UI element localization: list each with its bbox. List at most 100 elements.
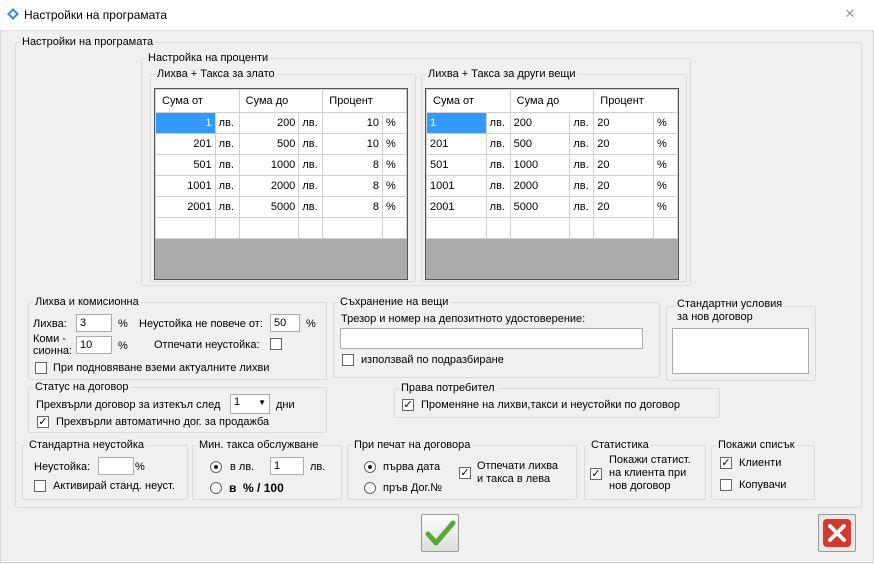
- table-cell[interactable]: [569, 217, 595, 239]
- table-cell[interactable]: 1: [426, 112, 487, 134]
- table-cell[interactable]: [426, 217, 487, 239]
- table-cell[interactable]: лв.: [214, 175, 240, 197]
- penalty-max-input[interactable]: [270, 314, 300, 332]
- table-row[interactable]: 1 лв. 200 лв. 10%: [155, 112, 407, 134]
- table-cell[interactable]: 8: [322, 154, 384, 176]
- ok-button[interactable]: [421, 514, 459, 552]
- table-cell[interactable]: лв.: [569, 196, 595, 218]
- table-cell[interactable]: лв.: [485, 112, 511, 134]
- commission-input[interactable]: [76, 336, 112, 354]
- table-cell[interactable]: 2000: [238, 175, 300, 197]
- table-row[interactable]: 1001 лв. 2000 лв. 8%: [155, 175, 407, 197]
- interest-input[interactable]: [76, 314, 112, 332]
- table-cell[interactable]: %: [382, 154, 407, 176]
- storage-input[interactable]: [340, 328, 643, 349]
- table-cell[interactable]: лв.: [485, 175, 511, 197]
- table-row[interactable]: 2001 лв. 5000 лв. 20%: [426, 196, 678, 218]
- table-row[interactable]: 2001 лв. 5000 лв. 8%: [155, 196, 407, 218]
- table-cell[interactable]: 5000: [509, 196, 571, 218]
- table-row[interactable]: 501 лв. 1000 лв. 20%: [426, 154, 678, 176]
- min-fee-input[interactable]: [270, 457, 304, 475]
- table-cell[interactable]: лв.: [214, 196, 240, 218]
- table-cell[interactable]: 200: [509, 112, 571, 134]
- std-penalty-input[interactable]: [98, 457, 134, 475]
- table-row[interactable]: 1 лв. 200 лв. 20%: [426, 112, 678, 134]
- table-cell[interactable]: [214, 217, 240, 239]
- table-cell[interactable]: [653, 217, 678, 239]
- table-cell[interactable]: 20: [593, 196, 655, 218]
- table-cell[interactable]: 500: [238, 133, 300, 155]
- auto-move-checkbox[interactable]: ✓: [37, 416, 49, 428]
- table-row[interactable]: 201 лв. 500 лв. 20%: [426, 133, 678, 155]
- table-cell[interactable]: лв.: [214, 112, 240, 134]
- table-cell[interactable]: 1001: [426, 175, 487, 197]
- table-cell[interactable]: 5000: [238, 196, 300, 218]
- table-cell[interactable]: 10: [322, 112, 384, 134]
- show-buyers-checkbox[interactable]: [720, 479, 732, 491]
- table-cell[interactable]: 20: [593, 154, 655, 176]
- table-cell[interactable]: лв.: [569, 175, 595, 197]
- show-clients-checkbox[interactable]: ✓: [720, 457, 732, 469]
- table-cell[interactable]: %: [653, 133, 678, 155]
- table-cell[interactable]: 501: [426, 154, 487, 176]
- renew-rates-checkbox[interactable]: [35, 362, 47, 374]
- table-cell[interactable]: лв.: [298, 154, 324, 176]
- table-cell[interactable]: лв.: [298, 175, 324, 197]
- table-cell[interactable]: 10: [322, 133, 384, 155]
- storage-default-checkbox[interactable]: [342, 354, 354, 366]
- table-cell[interactable]: 2001: [426, 196, 487, 218]
- table-cell[interactable]: %: [653, 154, 678, 176]
- min-fee-lv-radio[interactable]: [210, 461, 222, 473]
- table-cell[interactable]: лв.: [485, 154, 511, 176]
- window-close-icon[interactable]: ✕: [842, 6, 858, 22]
- print-interest-checkbox[interactable]: ✓: [459, 467, 471, 479]
- table-cell[interactable]: 1000: [238, 154, 300, 176]
- table-cell[interactable]: лв.: [298, 196, 324, 218]
- table-cell[interactable]: 1000: [509, 154, 571, 176]
- table-cell[interactable]: 20: [593, 112, 655, 134]
- table-cell[interactable]: 8: [322, 175, 384, 197]
- table-cell[interactable]: 500: [509, 133, 571, 155]
- table-row-empty[interactable]: [426, 217, 678, 239]
- table-cell[interactable]: %: [653, 175, 678, 197]
- gold-rate-table[interactable]: Сума от Сума до Процент 1 лв. 200 лв. 10% 201 лв.…: [154, 88, 408, 280]
- table-cell[interactable]: лв.: [569, 133, 595, 155]
- table-cell[interactable]: 20: [593, 133, 655, 155]
- std-penalty-activate-checkbox[interactable]: [34, 480, 46, 492]
- table-cell[interactable]: 2001: [155, 196, 216, 218]
- table-cell[interactable]: лв.: [569, 154, 595, 176]
- table-cell[interactable]: [238, 217, 300, 239]
- table-row[interactable]: 1001 лв. 2000 лв. 20%: [426, 175, 678, 197]
- table-cell[interactable]: 501: [155, 154, 216, 176]
- table-row[interactable]: 501 лв. 1000 лв. 8%: [155, 154, 407, 176]
- table-cell[interactable]: %: [653, 196, 678, 218]
- status-days-select[interactable]: 1 ▼: [230, 394, 270, 414]
- table-cell[interactable]: [322, 217, 384, 239]
- table-cell[interactable]: %: [653, 112, 678, 134]
- table-cell[interactable]: 8: [322, 196, 384, 218]
- table-cell[interactable]: [485, 217, 511, 239]
- table-cell[interactable]: лв.: [298, 133, 324, 155]
- table-cell[interactable]: 20: [593, 175, 655, 197]
- table-cell[interactable]: лв.: [485, 133, 511, 155]
- table-row[interactable]: 201 лв. 500 лв. 10%: [155, 133, 407, 155]
- other-rate-table[interactable]: Сума от Сума до Процент 1 лв. 200 лв. 20% 201 лв.…: [425, 88, 679, 280]
- table-cell[interactable]: [382, 217, 407, 239]
- table-cell[interactable]: лв.: [569, 112, 595, 134]
- table-cell[interactable]: %: [382, 175, 407, 197]
- table-cell[interactable]: %: [382, 112, 407, 134]
- table-cell[interactable]: лв.: [214, 154, 240, 176]
- table-cell[interactable]: лв.: [214, 133, 240, 155]
- table-cell[interactable]: [593, 217, 655, 239]
- print-first-date-radio[interactable]: [364, 461, 376, 473]
- table-row-empty[interactable]: [155, 217, 407, 239]
- table-cell[interactable]: [298, 217, 324, 239]
- cancel-button[interactable]: [818, 514, 856, 552]
- print-penalty-checkbox[interactable]: [270, 338, 282, 350]
- table-cell[interactable]: 1: [155, 112, 216, 134]
- standard-terms-textarea[interactable]: [672, 328, 809, 374]
- table-cell[interactable]: 2000: [509, 175, 571, 197]
- table-cell[interactable]: лв.: [298, 112, 324, 134]
- rights-checkbox[interactable]: ✓: [402, 399, 414, 411]
- table-cell[interactable]: 1001: [155, 175, 216, 197]
